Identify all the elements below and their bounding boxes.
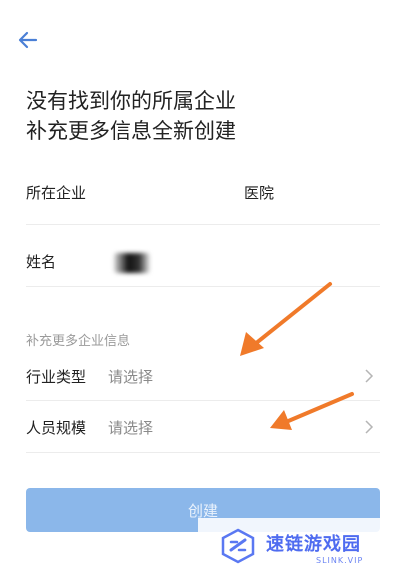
industry-label: 行业类型 (26, 368, 87, 386)
arrow-left-icon (18, 31, 38, 49)
chevron-right-icon (365, 420, 374, 434)
redacted-name-value (114, 253, 150, 273)
brand-logo-icon (221, 528, 255, 564)
title-line-1: 没有找到你的所属企业 (26, 89, 236, 113)
section-title: 补充更多企业信息 (26, 334, 131, 349)
company-value[interactable]: 医院 (244, 182, 274, 203)
staff-size-placeholder: 请选择 (108, 419, 154, 437)
annotation-arrow (240, 282, 332, 356)
company-label: 所在企业 (26, 184, 87, 202)
company-row[interactable]: 所在企业 医院 (26, 162, 380, 225)
title-line-2: 补充更多信息全新创建 (26, 119, 236, 143)
page-title: 没有找到你的所属企业 补充更多信息全新创建 (26, 86, 236, 146)
back-button[interactable] (14, 26, 42, 54)
staff-size-label: 人员规模 (26, 419, 87, 437)
name-label: 姓名 (26, 253, 57, 271)
annotation-arrow (270, 392, 354, 430)
watermark-brand: 速链游戏园 (266, 534, 361, 555)
watermark-url: SLINK.VIP (316, 556, 364, 565)
watermark: 速链游戏园 SLINK.VIP (198, 518, 400, 573)
industry-placeholder: 请选择 (108, 368, 154, 386)
chevron-right-icon (365, 369, 374, 383)
